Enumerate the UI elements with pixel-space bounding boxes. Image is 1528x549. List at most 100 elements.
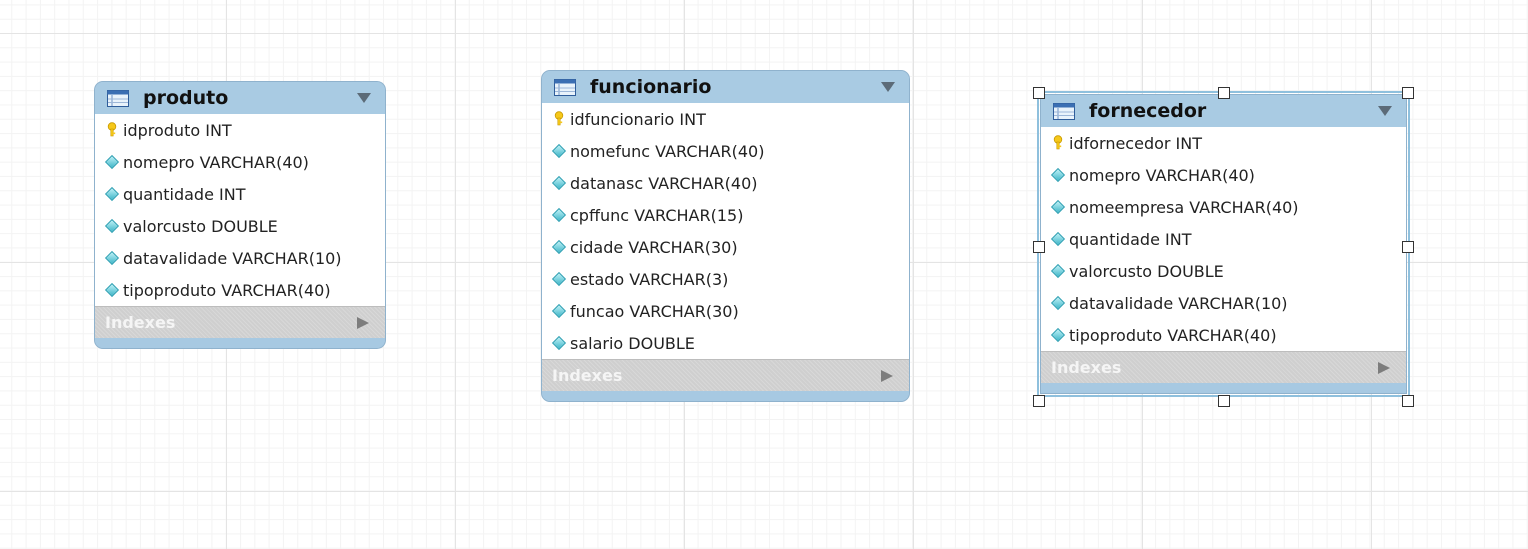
diamond-icon	[1049, 167, 1067, 183]
table-title: fornecedor	[1089, 100, 1207, 122]
column-row[interactable]: idfuncionario INT	[542, 103, 909, 135]
column-list: idproduto INT nomepro VARCHAR(40) quantida…	[95, 114, 385, 306]
column-row[interactable]: idproduto INT	[95, 114, 385, 146]
column-label: datanasc VARCHAR(40)	[570, 173, 758, 193]
diamond-icon	[103, 282, 121, 298]
column-row[interactable]: datavalidade VARCHAR(10)	[95, 242, 385, 274]
column-label: idfuncionario INT	[570, 109, 706, 129]
table-title: produto	[143, 87, 229, 109]
column-label: datavalidade VARCHAR(10)	[123, 248, 342, 268]
column-row[interactable]: cidade VARCHAR(30)	[542, 231, 909, 263]
column-label: nomepro VARCHAR(40)	[123, 152, 309, 172]
column-label: tipoproduto VARCHAR(40)	[1069, 325, 1277, 345]
table-title: funcionario	[590, 76, 712, 98]
column-row[interactable]: nomefunc VARCHAR(40)	[542, 135, 909, 167]
column-row[interactable]: quantidade INT	[1041, 223, 1406, 255]
resize-handle-sw[interactable]	[1033, 395, 1045, 407]
diamond-icon	[550, 207, 568, 223]
diamond-icon	[103, 218, 121, 234]
column-row[interactable]: nomepro VARCHAR(40)	[95, 146, 385, 178]
resize-handle-ne[interactable]	[1402, 87, 1414, 99]
diamond-icon	[103, 154, 121, 170]
column-row[interactable]: nomepro VARCHAR(40)	[1041, 159, 1406, 191]
column-label: cpffunc VARCHAR(15)	[570, 205, 744, 225]
column-label: salario DOUBLE	[570, 333, 695, 353]
column-label: valorcusto DOUBLE	[123, 216, 278, 236]
triangle-down-icon[interactable]	[881, 82, 895, 92]
column-label: nomeempresa VARCHAR(40)	[1069, 197, 1299, 217]
diamond-icon	[1049, 295, 1067, 311]
table-entity-produto[interactable]: produto idproduto INT nomepro VARCHAR(40) q…	[94, 81, 386, 349]
diamond-icon	[550, 143, 568, 159]
diamond-icon	[550, 303, 568, 319]
column-row[interactable]: tipoproduto VARCHAR(40)	[95, 274, 385, 306]
table-entity-fornecedor[interactable]: fornecedor idfornecedor INT nomepro VARCHA…	[1037, 91, 1410, 397]
diamond-icon	[550, 239, 568, 255]
indexes-section[interactable]: Indexes	[1041, 351, 1406, 383]
diamond-icon	[103, 186, 121, 202]
column-row[interactable]: idfornecedor INT	[1041, 127, 1406, 159]
resize-handle-w[interactable]	[1033, 241, 1045, 253]
diamond-icon	[550, 335, 568, 351]
table-header[interactable]: funcionario	[542, 71, 909, 103]
triangle-right-icon[interactable]	[1378, 362, 1390, 374]
triangle-down-icon[interactable]	[1378, 106, 1392, 116]
column-row[interactable]: quantidade INT	[95, 178, 385, 210]
table-icon	[107, 89, 129, 107]
table-footer	[542, 391, 909, 401]
column-row[interactable]: valorcusto DOUBLE	[1041, 255, 1406, 287]
column-label: quantidade INT	[123, 184, 246, 204]
diamond-icon	[1049, 199, 1067, 215]
column-row[interactable]: estado VARCHAR(3)	[542, 263, 909, 295]
resize-handle-n[interactable]	[1217, 87, 1230, 99]
triangle-right-icon[interactable]	[357, 317, 369, 329]
table-icon	[554, 78, 576, 96]
column-row[interactable]: valorcusto DOUBLE	[95, 210, 385, 242]
column-label: nomefunc VARCHAR(40)	[570, 141, 765, 161]
indexes-section[interactable]: Indexes	[542, 359, 909, 391]
triangle-down-icon[interactable]	[357, 93, 371, 103]
indexes-label: Indexes	[105, 313, 176, 332]
resize-handle-nw[interactable]	[1033, 87, 1045, 99]
column-row[interactable]: salario DOUBLE	[542, 327, 909, 359]
key-icon	[1049, 135, 1067, 151]
column-label: funcao VARCHAR(30)	[570, 301, 739, 321]
column-row[interactable]: datanasc VARCHAR(40)	[542, 167, 909, 199]
column-row[interactable]: funcao VARCHAR(30)	[542, 295, 909, 327]
column-label: datavalidade VARCHAR(10)	[1069, 293, 1288, 313]
column-label: valorcusto DOUBLE	[1069, 261, 1224, 281]
diamond-icon	[103, 250, 121, 266]
diamond-icon	[550, 271, 568, 287]
key-icon	[103, 122, 121, 138]
table-header[interactable]: produto	[95, 82, 385, 114]
resize-handle-se[interactable]	[1402, 395, 1414, 407]
table-footer	[1041, 383, 1406, 393]
column-row[interactable]: cpffunc VARCHAR(15)	[542, 199, 909, 231]
indexes-label: Indexes	[1051, 358, 1122, 377]
diamond-icon	[1049, 327, 1067, 343]
indexes-label: Indexes	[552, 366, 623, 385]
column-row[interactable]: tipoproduto VARCHAR(40)	[1041, 319, 1406, 351]
column-label: tipoproduto VARCHAR(40)	[123, 280, 331, 300]
table-footer	[95, 338, 385, 348]
diamond-icon	[1049, 263, 1067, 279]
column-label: cidade VARCHAR(30)	[570, 237, 738, 257]
resize-handle-e[interactable]	[1402, 241, 1414, 253]
triangle-right-icon[interactable]	[881, 370, 893, 382]
column-row[interactable]: nomeempresa VARCHAR(40)	[1041, 191, 1406, 223]
table-entity-funcionario[interactable]: funcionario idfuncionario INT nomefunc VAR…	[541, 70, 910, 402]
diamond-icon	[550, 175, 568, 191]
column-label: idfornecedor INT	[1069, 133, 1203, 153]
column-list: idfuncionario INT nomefunc VARCHAR(40) dat…	[542, 103, 909, 359]
diamond-icon	[1049, 231, 1067, 247]
key-icon	[550, 111, 568, 127]
indexes-section[interactable]: Indexes	[95, 306, 385, 338]
column-label: quantidade INT	[1069, 229, 1192, 249]
column-label: idproduto INT	[123, 120, 232, 140]
column-row[interactable]: datavalidade VARCHAR(10)	[1041, 287, 1406, 319]
column-label: estado VARCHAR(3)	[570, 269, 729, 289]
resize-handle-s[interactable]	[1217, 395, 1230, 407]
table-icon	[1053, 102, 1075, 120]
column-list: idfornecedor INT nomepro VARCHAR(40) nomee…	[1041, 127, 1406, 351]
table-header[interactable]: fornecedor	[1041, 95, 1406, 127]
